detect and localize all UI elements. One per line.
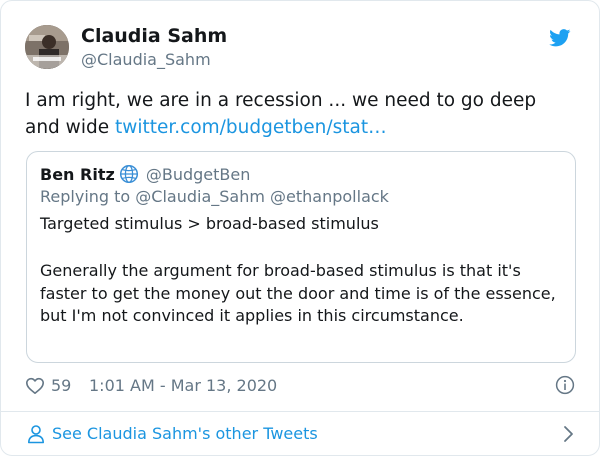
tweet-text: I am right, we are in a recession ... we… (25, 87, 575, 141)
see-other-tweets-link[interactable]: See Claudia Sahm's other Tweets (25, 423, 577, 445)
person-icon (28, 425, 44, 444)
chevron-right-icon[interactable] (561, 425, 575, 443)
globe-icon (119, 164, 138, 184)
quoted-text-paragraph: Generally the argument for broad-based s… (40, 261, 556, 325)
quoted-reply-context: Replying to @Claudia_Sahm @ethanpollack (40, 187, 389, 206)
heart-icon[interactable] (25, 376, 45, 396)
see-other-tweets-label[interactable]: See Claudia Sahm's other Tweets (52, 424, 318, 443)
avatar[interactable] (25, 25, 69, 69)
author-name[interactable]: Claudia Sahm (81, 25, 227, 47)
tweet-timestamp[interactable]: 1:01 AM - Mar 13, 2020 (89, 376, 277, 395)
quoted-text-line: Targeted stimulus > broad-based stimulus (40, 214, 379, 233)
tweet-header: Claudia Sahm @Claudia_Sahm (25, 23, 575, 73)
author-handle[interactable]: @Claudia_Sahm (81, 50, 211, 69)
divider (1, 411, 600, 412)
quoted-author-name: Ben Ritz (40, 165, 115, 184)
twitter-bird-icon[interactable] (549, 29, 571, 47)
quoted-header: Ben Ritz @BudgetBen (40, 164, 250, 184)
info-icon[interactable] (555, 375, 575, 395)
quoted-tweet[interactable]: Ben Ritz @BudgetBen Replying to @Claudia… (26, 151, 576, 363)
quoted-author-handle: @BudgetBen (145, 165, 251, 184)
embedded-tweet-card: Claudia Sahm @Claudia_Sahm I am right, w… (0, 0, 600, 456)
like-count[interactable]: 59 (51, 376, 71, 395)
tweet-link[interactable]: twitter.com/budgetben/stat… (115, 117, 387, 138)
tweet-meta: 59 1:01 AM - Mar 13, 2020 (25, 375, 577, 397)
